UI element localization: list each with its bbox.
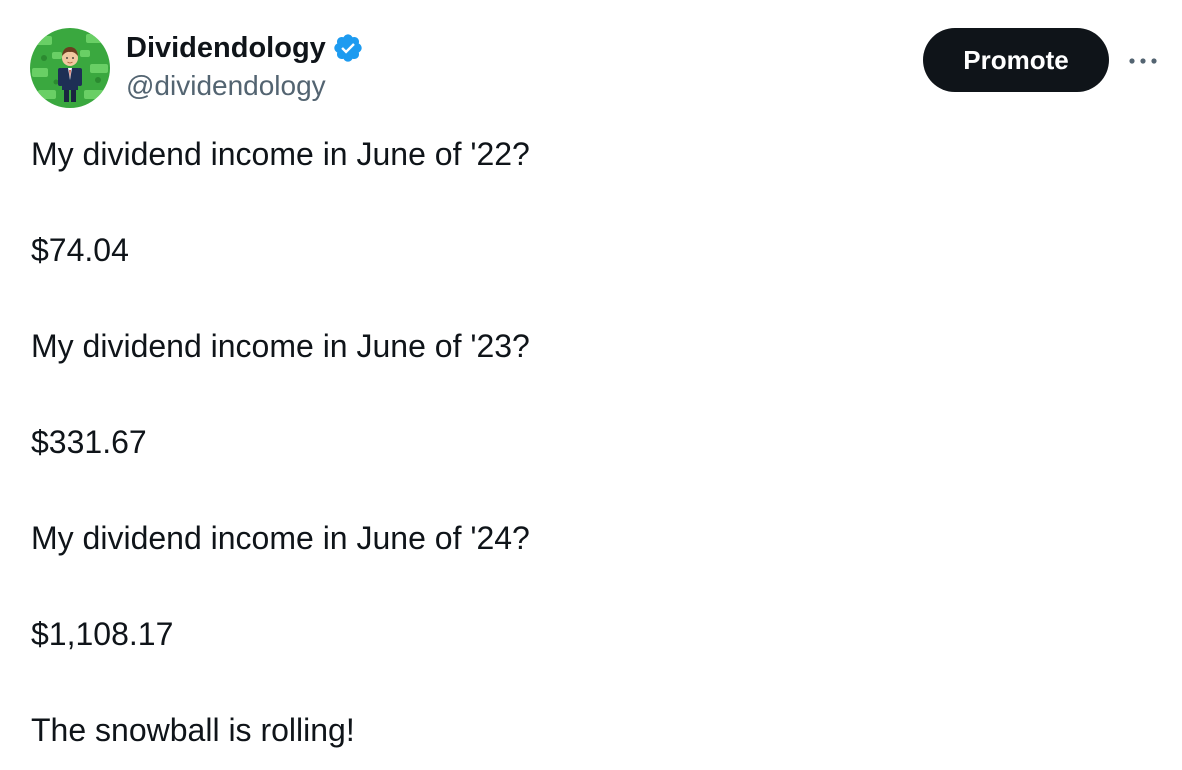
tweet-text: My dividend income in June of '22? $74.0… xyxy=(31,138,1151,746)
avatar-image xyxy=(30,28,110,108)
tweet-line-amount-2023: $331.67 xyxy=(31,424,147,460)
author-info: Dividendology @dividendology xyxy=(126,30,364,104)
author-handle[interactable]: @dividendology xyxy=(126,68,364,104)
tweet-line-question-2023: My dividend income in June of '23? xyxy=(31,328,530,364)
author-display-name[interactable]: Dividendology xyxy=(126,30,326,66)
avatar[interactable] xyxy=(30,28,110,108)
tweet-line-amount-2022: $74.04 xyxy=(31,232,129,268)
more-options-icon[interactable] xyxy=(1126,44,1160,78)
tweet-line-question-2024: My dividend income in June of '24? xyxy=(31,520,530,556)
tweet-line-amount-2024: $1,108.17 xyxy=(31,616,174,652)
promote-button[interactable]: Promote xyxy=(923,28,1109,92)
tweet-line-closing: The snowball is rolling! xyxy=(31,712,355,748)
verified-badge-icon[interactable] xyxy=(332,32,364,64)
tweet-card: Dividendology @dividendology Promote My … xyxy=(0,0,1182,770)
tweet-line-question-2022: My dividend income in June of '22? xyxy=(31,136,530,172)
author-name-row: Dividendology xyxy=(126,30,364,66)
